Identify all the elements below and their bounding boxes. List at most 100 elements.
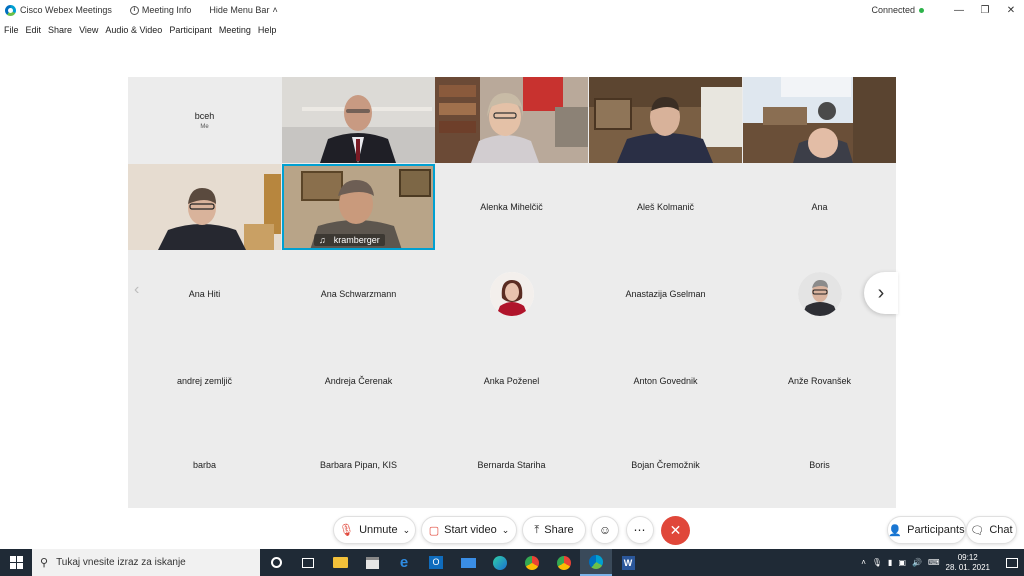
speaker-audio-icon: ♫ (319, 235, 326, 245)
microphone-icon[interactable]: 🎙 (872, 558, 882, 567)
chat-button[interactable]: 🗨 Chat (966, 516, 1017, 544)
chrome-profile-icon[interactable] (548, 549, 580, 576)
webex-taskbar-icon[interactable] (580, 549, 612, 576)
participant-video (435, 77, 588, 163)
menu-meeting[interactable]: Meeting (219, 25, 251, 35)
participant-photo (797, 272, 842, 316)
participant-grid: bceh Me ♫ kramberger Alenka Mihelčič Ale… (128, 77, 896, 508)
participant-tile[interactable]: Anastazija Gselman (589, 251, 742, 337)
participant-name: Boris (809, 460, 830, 470)
person-icon: 👤 (888, 524, 903, 537)
windows-start-button[interactable] (0, 549, 32, 576)
restore-icon[interactable]: ❐ (972, 0, 998, 20)
menu-share[interactable]: Share (48, 25, 72, 35)
outlook-icon[interactable]: O (420, 549, 452, 576)
menu-edit[interactable]: Edit (26, 25, 42, 35)
hide-menu-bar-button[interactable]: Hide Menu Bar ˄ (209, 5, 277, 15)
menu-audio-video[interactable]: Audio & Video (105, 25, 162, 35)
connection-status: Connected (871, 5, 924, 15)
connection-status-label: Connected (871, 5, 915, 15)
edge-icon[interactable] (484, 549, 516, 576)
more-options-button[interactable]: ⋯ (626, 516, 654, 544)
participant-tile[interactable]: Boris (743, 422, 896, 508)
video-tile[interactable] (282, 77, 435, 163)
active-speaker-label: ♫ kramberger (314, 234, 385, 246)
task-view-icon[interactable] (292, 549, 324, 576)
meeting-info-button[interactable]: i Meeting Info (129, 5, 191, 15)
participant-tile[interactable]: Anton Govednik (589, 338, 742, 424)
chrome-icon[interactable] (516, 549, 548, 576)
video-tile[interactable] (589, 77, 742, 163)
hide-menu-bar-label: Hide Menu Bar (209, 5, 270, 15)
store-icon[interactable] (356, 549, 388, 576)
more-icon: ⋯ (633, 523, 647, 537)
battery-icon[interactable]: ▮ (888, 558, 892, 567)
participant-video (743, 77, 896, 163)
network-icon[interactable]: ▣ (898, 558, 906, 567)
participants-button[interactable]: 👤 Participants (887, 516, 966, 544)
participant-tile[interactable]: Andreja Čerenak (282, 338, 435, 424)
participant-tile[interactable] (435, 251, 588, 337)
participant-name: Anton Govednik (633, 376, 698, 386)
share-icon: ⤒ (534, 523, 540, 536)
participant-name: Bojan Čremožnik (631, 460, 700, 470)
share-button[interactable]: ⤒ Share (522, 516, 586, 544)
system-tray: ˄ 🎙 ▮ ▣ 🔊 ⌨ 09:12 28. 01. 2021 (861, 553, 1024, 573)
participant-tile[interactable]: barba (128, 422, 281, 508)
keyboard-layout-icon[interactable]: ⌨ (928, 558, 940, 567)
video-tile[interactable] (743, 77, 896, 163)
minimize-icon[interactable]: — (946, 0, 972, 20)
participants-label: Participants (907, 524, 965, 536)
participant-tile[interactable]: Alenka Mihelčič (435, 164, 588, 250)
volume-icon[interactable]: 🔊 (912, 558, 922, 567)
taskbar: ⚲ Tukaj vnesite izraz za iskanje e O W ˄… (0, 549, 1024, 576)
unmute-button[interactable]: 🎙 Unmute ⌄ (333, 516, 416, 544)
participant-tile[interactable]: Ana Hiti (128, 251, 281, 337)
active-speaker-tile[interactable]: ♫ kramberger (282, 164, 435, 250)
participant-name: Anže Rovanšek (787, 376, 852, 386)
webex-logo-icon (5, 4, 16, 16)
self-tile[interactable]: bceh Me (128, 77, 281, 163)
clock-time: 09:12 (957, 552, 978, 562)
participant-tile[interactable]: Anže Rovanšek (743, 338, 896, 424)
smiley-icon: ☺ (598, 523, 612, 537)
chevron-down-icon[interactable]: ⌄ (502, 525, 510, 536)
share-label: Share (544, 524, 574, 536)
word-icon[interactable]: W (612, 549, 644, 576)
participant-tile[interactable]: andrej zemljič (128, 338, 281, 424)
video-tile[interactable] (128, 164, 281, 250)
participant-name: Anastazija Gselman (625, 289, 706, 299)
video-tile[interactable] (435, 77, 588, 163)
menu-help[interactable]: Help (258, 25, 277, 35)
next-page-button[interactable]: › (864, 272, 898, 314)
menu-file[interactable]: File (4, 25, 19, 35)
file-explorer-icon[interactable] (324, 549, 356, 576)
chevron-up-icon[interactable]: ˄ (861, 558, 866, 567)
participant-tile[interactable]: Bojan Čremožnik (589, 422, 742, 508)
reactions-button[interactable]: ☺ (591, 516, 619, 544)
cortana-icon[interactable] (260, 549, 292, 576)
participant-tile[interactable]: Bernarda Stariha (435, 422, 588, 508)
mail-icon[interactable] (452, 549, 484, 576)
participant-video (589, 77, 742, 163)
participant-tile[interactable]: Anka Poženel (435, 338, 588, 424)
menu-view[interactable]: View (79, 25, 98, 35)
start-video-button[interactable]: ▢ Start video ⌄ (421, 516, 517, 544)
participant-tile[interactable]: Barbara Pipan, KIS (282, 422, 435, 508)
chevron-down-icon[interactable]: ⌄ (403, 525, 411, 536)
close-icon[interactable]: ✕ (998, 0, 1024, 20)
participant-tile[interactable]: Ana Schwarzmann (282, 251, 435, 337)
menu-participant[interactable]: Participant (169, 25, 212, 35)
notification-icon[interactable] (1006, 557, 1018, 568)
search-icon: ⚲ (40, 557, 49, 569)
leave-meeting-button[interactable]: ✕ (661, 516, 690, 545)
participant-name: Ana (811, 202, 828, 212)
previous-page-icon[interactable]: ‹ (134, 281, 139, 299)
participant-tile[interactable]: Ana (743, 164, 896, 250)
participant-name: Andreja Čerenak (324, 376, 393, 386)
edge-legacy-icon[interactable]: e (388, 549, 420, 576)
chevron-up-icon: ˄ (272, 5, 278, 15)
participant-tile[interactable]: Aleš Kolmanič (589, 164, 742, 250)
clock[interactable]: 09:12 28. 01. 2021 (946, 553, 990, 573)
taskbar-search[interactable]: ⚲ Tukaj vnesite izraz za iskanje (32, 549, 260, 576)
